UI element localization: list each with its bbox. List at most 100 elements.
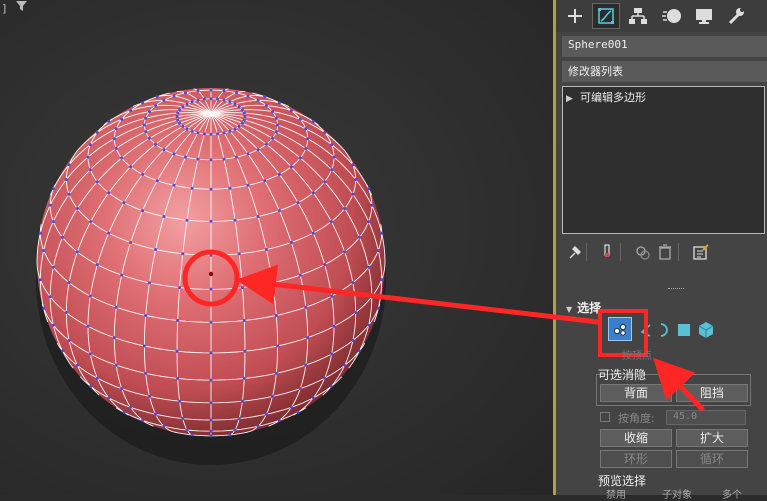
perspective-viewport[interactable]: ] bbox=[0, 0, 553, 495]
vertex-dot bbox=[311, 231, 315, 235]
shrink-button[interactable]: 收缩 bbox=[600, 429, 672, 447]
vertex-dot bbox=[351, 339, 355, 342]
grow-button[interactable]: 扩大 bbox=[676, 429, 748, 447]
by-angle-checkbox[interactable] bbox=[600, 412, 610, 422]
modify-tab[interactable] bbox=[592, 3, 620, 29]
vertex-dot bbox=[162, 215, 166, 218]
vertex-dot bbox=[343, 250, 347, 254]
vertex-dot bbox=[184, 155, 187, 159]
vertex-dot bbox=[323, 180, 327, 184]
vertex-dot bbox=[271, 394, 274, 398]
pin-stack-icon[interactable] bbox=[566, 243, 584, 261]
motion-tab[interactable] bbox=[658, 3, 686, 29]
vertex-dot bbox=[176, 319, 180, 322]
make-unique-icon[interactable] bbox=[634, 243, 652, 261]
vertex-dot bbox=[88, 352, 92, 356]
modifier-list-dropdown[interactable]: 修改器列表 bbox=[562, 61, 767, 82]
vertex-dot bbox=[107, 191, 111, 195]
vertex-dot bbox=[289, 165, 293, 169]
stack-toolbar-separator bbox=[678, 243, 687, 261]
vertex-dot bbox=[185, 102, 189, 106]
vertex-dot bbox=[209, 434, 213, 438]
vertex-dot bbox=[144, 371, 148, 375]
show-end-result-icon[interactable] bbox=[598, 243, 616, 261]
occluded-button[interactable]: 阻挡 bbox=[676, 384, 748, 402]
selection-rollout-header[interactable]: ▼ 选择 bbox=[566, 299, 601, 316]
vertex-dot bbox=[271, 136, 274, 140]
vertex-dot bbox=[141, 172, 145, 176]
vertex-dot bbox=[144, 314, 148, 317]
vertex-dot bbox=[178, 286, 182, 290]
vertex-dot bbox=[122, 201, 126, 205]
panel-resize-handle[interactable] bbox=[668, 288, 684, 292]
polygon-level-button[interactable] bbox=[674, 320, 694, 340]
preview-option-off[interactable]: 禁用 bbox=[606, 486, 626, 501]
vertex-dot bbox=[120, 387, 124, 391]
vertex-dot bbox=[380, 231, 384, 235]
vertex-dot bbox=[209, 378, 213, 382]
vertex-dot bbox=[330, 143, 334, 147]
expand-triangle-icon[interactable]: ▶ bbox=[566, 94, 580, 104]
vertex-dot bbox=[277, 418, 281, 422]
vertex-dot bbox=[351, 163, 355, 167]
element-level-button[interactable] bbox=[696, 320, 716, 340]
vertex-dot bbox=[190, 100, 194, 104]
vertex-dot bbox=[176, 376, 180, 380]
preview-option-subobject[interactable]: 子对象 bbox=[662, 486, 692, 501]
vertex-dot bbox=[263, 179, 267, 183]
vertex-dot bbox=[209, 97, 213, 101]
object-name-field[interactable]: Sphere001 bbox=[562, 36, 767, 57]
angle-spinner[interactable]: 45.0 bbox=[666, 410, 746, 425]
stack-toolbar-separator bbox=[620, 243, 629, 261]
motion-icon bbox=[662, 9, 681, 23]
loop-button[interactable]: 循环 bbox=[676, 450, 748, 468]
stack-item-editable-poly[interactable]: ▶ 可编辑多边形 bbox=[566, 89, 761, 105]
vertex-dot bbox=[209, 287, 213, 291]
vertex-dot bbox=[370, 295, 374, 299]
vertex-dot bbox=[114, 147, 118, 150]
vertex-dot bbox=[329, 220, 333, 224]
vertex-dot bbox=[264, 412, 268, 416]
create-tab[interactable] bbox=[561, 3, 589, 29]
vertex-dot bbox=[274, 314, 278, 317]
vertex-dot bbox=[178, 399, 182, 403]
vertex-dot bbox=[185, 127, 189, 131]
sphere-mesh[interactable] bbox=[0, 0, 553, 495]
preview-option-multi[interactable]: 多个 bbox=[722, 486, 742, 501]
vertex-dot bbox=[370, 203, 374, 207]
utilities-tab[interactable] bbox=[722, 3, 750, 29]
configure-sets-icon[interactable] bbox=[692, 243, 710, 261]
collapse-triangle-icon[interactable]: ▼ bbox=[566, 305, 572, 314]
vertex-dot bbox=[222, 157, 226, 161]
vertex-dot bbox=[38, 278, 42, 282]
ring-button[interactable]: 环形 bbox=[600, 450, 672, 468]
selected-vertex[interactable] bbox=[208, 271, 214, 277]
vertex-dot bbox=[95, 376, 99, 380]
vertex-dot bbox=[237, 252, 241, 256]
backface-button[interactable]: 背面 bbox=[600, 384, 672, 402]
vertex-dot bbox=[162, 148, 166, 152]
vertex-dot bbox=[304, 127, 308, 131]
vertex-dot bbox=[289, 109, 293, 113]
vertex-dot bbox=[120, 273, 124, 277]
remove-modifier-icon[interactable] bbox=[656, 243, 674, 261]
vertex-dot bbox=[323, 263, 327, 267]
hierarchy-tab[interactable] bbox=[624, 3, 652, 29]
vertex-dot bbox=[228, 100, 232, 104]
vertex-dot bbox=[144, 130, 148, 134]
vertex-dot bbox=[274, 116, 278, 120]
vertex-dot bbox=[154, 248, 158, 251]
vertex-dot bbox=[75, 250, 79, 254]
vertex-dot bbox=[264, 104, 268, 108]
vertex-dot bbox=[141, 418, 145, 422]
vertex-dot bbox=[209, 219, 213, 223]
border-level-button[interactable] bbox=[654, 320, 674, 340]
vertex-dot bbox=[95, 131, 99, 134]
vertex-dot bbox=[332, 324, 336, 328]
display-tab[interactable] bbox=[690, 3, 718, 29]
vertex-dot bbox=[209, 158, 213, 162]
vertex-dot bbox=[88, 143, 92, 147]
modifier-stack[interactable]: ▶ 可编辑多边形 bbox=[562, 86, 765, 234]
vertex-dot bbox=[311, 119, 315, 123]
vertex-dot bbox=[242, 118, 246, 122]
